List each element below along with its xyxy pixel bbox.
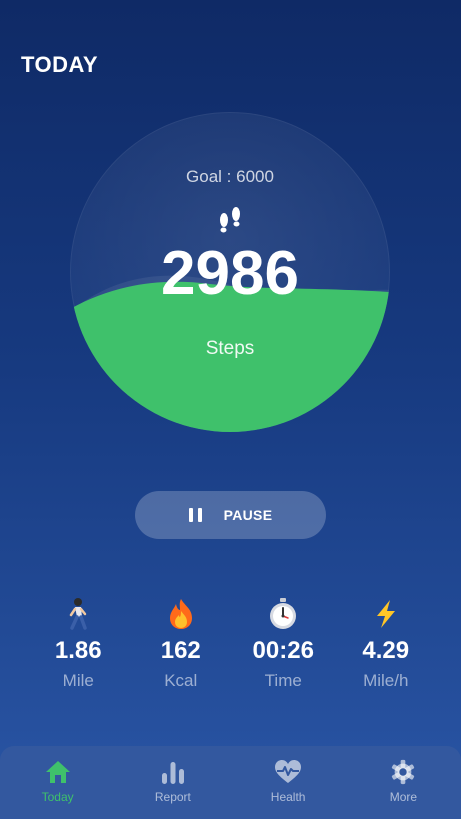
stat-time: 00:26 Time [232,597,335,691]
nav-label: Report [154,790,191,804]
nav-label: Health [270,790,306,804]
page-title: TODAY [21,52,99,77]
footprints-icon [220,207,240,233]
pause-icon [188,508,202,522]
lightning-icon [335,597,438,631]
steps-label: Steps [205,338,255,359]
nav-label: Today [41,790,74,804]
nav-item-health[interactable]: Health [231,746,346,819]
stat-unit: Kcal [164,671,198,690]
walking-person-icon [27,597,130,631]
stat-unit: Time [264,671,302,690]
stopwatch-icon [232,597,335,631]
stats-row: 1.86 Mile 162 Kcal 00:26 Time 4.29 Mile/… [27,597,437,691]
nav-label: More [389,790,418,804]
step-progress-ring: Goal : 6000 2986 Steps [70,112,390,432]
bar-chart-icon [161,762,184,784]
bottom-nav: Today Report Health More [0,746,461,819]
gear-icon [392,759,415,785]
home-icon [45,761,70,783]
stat-value: 00:26 [252,637,314,664]
nav-item-today[interactable]: Today [0,746,115,819]
stat-distance: 1.86 Mile [27,597,130,691]
stat-speed: 4.29 Mile/h [335,597,438,691]
pause-label: PAUSE [223,507,273,523]
step-count: 2986 [161,239,299,308]
nav-item-more[interactable]: More [346,746,461,819]
pause-button[interactable]: PAUSE [135,491,326,539]
nav-item-report[interactable]: Report [115,746,230,819]
stat-value: 4.29 [362,637,410,664]
stat-unit: Mile/h [363,671,409,690]
stat-unit: Mile [62,671,94,690]
goal-text: Goal : 6000 [186,167,274,186]
heart-pulse-icon [275,760,302,783]
stat-value: 1.86 [54,637,102,664]
stat-value: 162 [160,637,201,664]
stat-calories: 162 Kcal [130,597,233,691]
flame-icon [130,597,233,631]
